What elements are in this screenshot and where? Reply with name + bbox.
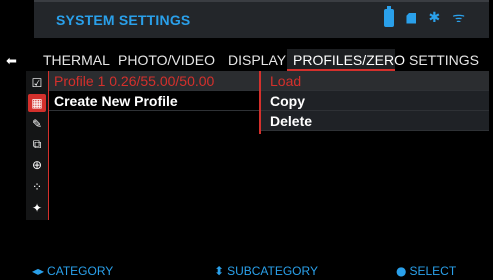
left-right-arrows-icon: ◂▸ bbox=[32, 264, 45, 278]
subcategory-hint-label: SUBCATEGORY bbox=[227, 264, 318, 278]
select-hint-label: SELECT bbox=[409, 264, 457, 278]
delete-menu-item[interactable]: Delete bbox=[261, 111, 489, 131]
subcategory-hint: ⬍ SUBCATEGORY bbox=[214, 264, 318, 278]
category-hint-label: CATEGORY bbox=[47, 264, 114, 278]
header-bar: SYSTEM SETTINGS ✱ ᯤ bbox=[34, 0, 489, 38]
up-down-arrows-icon: ⬍ bbox=[214, 264, 225, 278]
load-menu-item[interactable]: Load bbox=[261, 71, 489, 91]
tab-photo-video[interactable]: PHOTO/VIDEO bbox=[118, 49, 215, 71]
tab-profiles-zero[interactable]: PROFILES/ZERO bbox=[287, 49, 405, 71]
export-icon[interactable]: ⧉ bbox=[28, 135, 46, 153]
page-title: SYSTEM SETTINGS bbox=[56, 12, 191, 28]
battery-icon bbox=[384, 6, 395, 27]
tab-display[interactable]: DISPLAY bbox=[228, 49, 286, 71]
subcategory-icon-column: ☑ ▦ ✎ ⧉ ⊕ ⁘ ✦ bbox=[26, 71, 48, 220]
bluetooth-icon: ✱ bbox=[428, 10, 441, 26]
category-tabs: THERMAL PHOTO/VIDEO DISPLAY PROFILES/ZER… bbox=[34, 49, 489, 72]
category-hint: ◂▸ CATEGORY bbox=[32, 264, 113, 278]
footer-hints: ◂▸ CATEGORY ⬍ SUBCATEGORY ● SELECT bbox=[0, 262, 493, 280]
list-item-profile-1[interactable]: Profile 1 0.26/55.00/50.00 bbox=[49, 71, 259, 91]
system-settings-screen: SYSTEM SETTINGS ✱ ᯤ ⬅ THERMAL PHOTO/VIDE… bbox=[0, 0, 493, 280]
edit-icon[interactable]: ✎ bbox=[28, 115, 46, 133]
tab-thermal[interactable]: THERMAL bbox=[43, 49, 110, 71]
select-dot-icon: ● bbox=[396, 264, 407, 278]
select-hint: ● SELECT bbox=[396, 264, 456, 278]
tab-settings[interactable]: SETTINGS bbox=[409, 49, 479, 71]
dots-icon[interactable]: ⁘ bbox=[28, 178, 46, 196]
list-item-create-new-profile[interactable]: Create New Profile bbox=[49, 91, 259, 111]
checkbox-icon[interactable]: ☑ bbox=[28, 74, 46, 92]
profile-list: Profile 1 0.26/55.00/50.00 Create New Pr… bbox=[49, 71, 259, 111]
status-icons: ✱ ᯤ bbox=[384, 6, 465, 27]
zero-target-icon[interactable]: ⊕ bbox=[28, 156, 46, 174]
profile-action-menu: Load Copy Delete bbox=[261, 71, 489, 131]
sd-card-icon bbox=[406, 12, 417, 24]
back-arrow-icon[interactable]: ⬅ bbox=[6, 54, 17, 69]
wifi-icon: ᯤ bbox=[452, 10, 465, 26]
profile-grid-icon[interactable]: ▦ bbox=[28, 94, 46, 112]
reticle-icon[interactable]: ✦ bbox=[28, 199, 46, 217]
copy-menu-item[interactable]: Copy bbox=[261, 91, 489, 111]
